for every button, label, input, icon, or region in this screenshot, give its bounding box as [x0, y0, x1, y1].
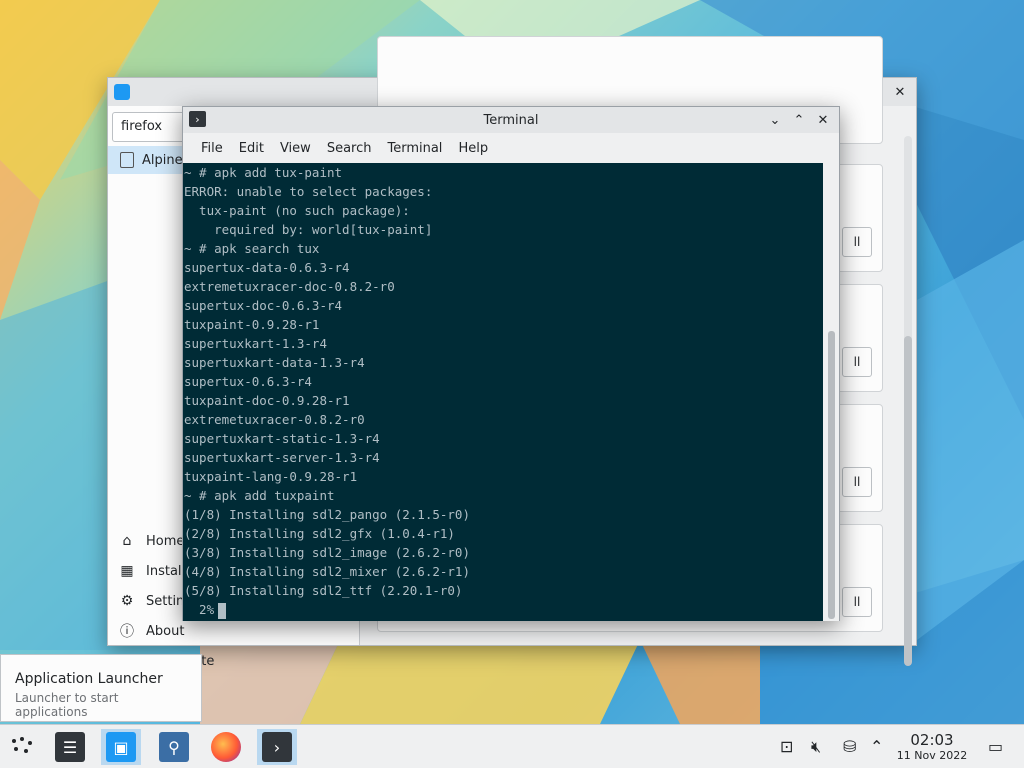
- terminal-output[interactable]: ~ # apk add tux-paint ERROR: unable to se…: [183, 163, 825, 621]
- terminal-app-icon: ›: [189, 111, 206, 127]
- terminal-line: (5/8) Installing sdl2_ttf (2.20.1-r0): [184, 583, 463, 598]
- sidebar-item-label: About: [146, 623, 185, 639]
- discover-app-icon: [114, 84, 130, 100]
- menu-terminal[interactable]: Terminal: [379, 137, 450, 160]
- launcher-icon: [12, 737, 32, 753]
- menu-search[interactable]: Search: [319, 137, 380, 160]
- terminal-line: supertuxkart-data-1.3-r4: [184, 355, 365, 370]
- terminal-window-title: Terminal: [483, 112, 539, 128]
- terminal-line: supertuxkart-1.3-r4: [184, 336, 327, 351]
- terminal-window: › Terminal ⌄ ⌃ ✕ File Edit View Search T…: [182, 106, 840, 621]
- sidebar-item-label: Home: [146, 533, 185, 549]
- maximize-button[interactable]: ⌃: [789, 111, 809, 129]
- terminal-line: ~ # apk add tux-paint: [184, 165, 343, 180]
- settings-icon: ⚙: [120, 593, 134, 609]
- menu-view[interactable]: View: [272, 137, 319, 160]
- terminal-line: extremetuxracer-doc-0.8.2-r0: [184, 279, 395, 294]
- terminal-titlebar[interactable]: › Terminal ⌄ ⌃ ✕: [183, 107, 839, 133]
- network-icon[interactable]: ⊡: [780, 737, 793, 756]
- volume-muted-icon[interactable]: 🔇︎: [811, 737, 821, 757]
- terminal-line: ~ # apk add tuxpaint: [184, 488, 335, 503]
- taskbar-discover[interactable]: ▣: [101, 729, 141, 765]
- category-icon: [120, 152, 134, 168]
- taskbar-krunner[interactable]: ⚲: [154, 729, 194, 765]
- taskbar-system-settings[interactable]: ☰: [50, 729, 90, 765]
- terminal-line: supertux-doc-0.6.3-r4: [184, 298, 343, 313]
- show-desktop-icon[interactable]: ▭: [988, 737, 1003, 756]
- firefox-icon: [211, 732, 241, 762]
- terminal-line: supertuxkart-static-1.3-r4: [184, 431, 380, 446]
- discover-icon: ▣: [106, 732, 136, 762]
- menu-file[interactable]: File: [193, 137, 231, 160]
- tooltip-subtitle: Launcher to start applications: [15, 691, 119, 719]
- chevron-down-icon: ⌄: [769, 112, 781, 128]
- clock[interactable]: 02:03 11 Nov 2022: [892, 731, 972, 762]
- minimize-button[interactable]: ⌄: [765, 111, 785, 129]
- terminal-line: supertux-0.6.3-r4: [184, 374, 312, 389]
- close-button[interactable]: ✕: [890, 83, 910, 101]
- search-icon: ⚲: [159, 732, 189, 762]
- terminal-line: (3/8) Installing sdl2_image (2.6.2-r0): [184, 545, 470, 560]
- clock-time: 02:03: [910, 731, 954, 749]
- close-button[interactable]: ✕: [813, 111, 833, 129]
- settings-sliders-icon: ☰: [55, 732, 85, 762]
- results-scrollbar[interactable]: [904, 136, 912, 666]
- scrollbar-thumb[interactable]: [904, 336, 912, 666]
- install-button[interactable]: ll: [842, 347, 872, 377]
- close-icon: ✕: [817, 112, 829, 128]
- menu-help[interactable]: Help: [450, 137, 496, 160]
- scrollbar-thumb[interactable]: [828, 331, 835, 619]
- terminal-line: supertuxkart-server-1.3-r4: [184, 450, 380, 465]
- terminal-progress-line: 2%: [184, 600, 825, 619]
- installed-icon: ▦: [120, 563, 134, 579]
- chevron-up-icon[interactable]: ⌃: [870, 737, 883, 756]
- taskbar: ☰ ▣ ⚲ › ⊡ 🔇︎ ⛁ ⌃ 02:03 11 Nov 2022 ▭: [0, 724, 1024, 768]
- terminal-scrollbar[interactable]: [823, 163, 839, 621]
- terminal-line: tux-paint (no such package):: [184, 203, 410, 218]
- usb-device-icon[interactable]: ⛁: [843, 737, 856, 756]
- terminal-line: ERROR: unable to select packages:: [184, 184, 433, 199]
- terminal-icon: ›: [262, 732, 292, 762]
- terminal-line: tuxpaint-0.9.28-r1: [184, 317, 320, 332]
- taskbar-terminal[interactable]: ›: [257, 729, 297, 765]
- application-launcher-button[interactable]: [2, 729, 42, 765]
- chevron-up-icon: ⌃: [793, 112, 805, 128]
- terminal-line: tuxpaint-doc-0.9.28-r1: [184, 393, 350, 408]
- launcher-tooltip: Application Launcher Launcher to start a…: [0, 654, 202, 722]
- terminal-line: ~ # apk search tux: [184, 241, 320, 256]
- terminal-line: extremetuxracer-0.8.2-r0: [184, 412, 365, 427]
- about-icon: ⓘ: [120, 624, 134, 640]
- terminal-line: tuxpaint-lang-0.9.28-r1: [184, 469, 358, 484]
- install-button[interactable]: ll: [842, 467, 872, 497]
- terminal-line: (2/8) Installing sdl2_gfx (1.0.4-r1): [184, 526, 455, 541]
- terminal-line: required by: world[tux-paint]: [184, 222, 433, 237]
- terminal-line: (4/8) Installing sdl2_mixer (2.6.2-r1): [184, 564, 470, 579]
- install-button[interactable]: ll: [842, 587, 872, 617]
- install-button[interactable]: ll: [842, 227, 872, 257]
- close-icon: ✕: [894, 84, 906, 100]
- terminal-menubar: File Edit View Search Terminal Help: [183, 133, 839, 163]
- sidebar-item-label: Alpine: [142, 152, 183, 168]
- terminal-line: (1/8) Installing sdl2_pango (2.1.5-r0): [184, 507, 470, 522]
- clock-date: 11 Nov 2022: [896, 749, 968, 762]
- taskbar-firefox[interactable]: [206, 729, 246, 765]
- home-icon: ⌂: [122, 533, 132, 549]
- menu-edit[interactable]: Edit: [231, 137, 272, 160]
- terminal-cursor: [218, 602, 227, 619]
- tooltip-title: Application Launcher: [15, 671, 163, 687]
- terminal-line: supertux-data-0.6.3-r4: [184, 260, 350, 275]
